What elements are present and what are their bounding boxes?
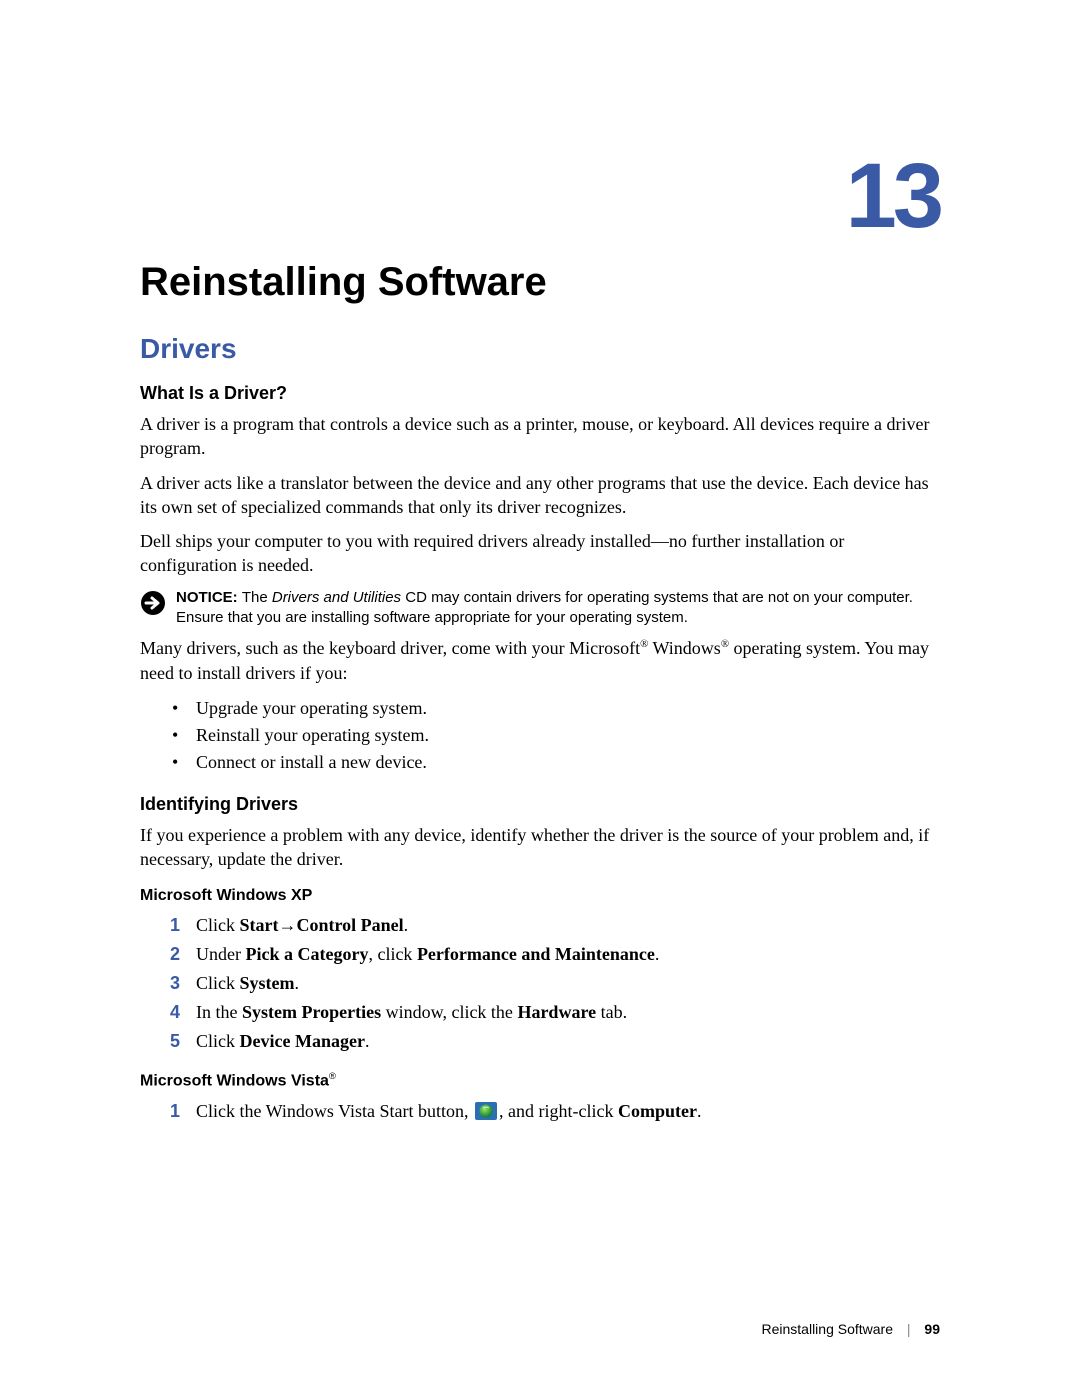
list-item: Click System. xyxy=(140,969,940,998)
body-text: A driver acts like a translator between … xyxy=(140,471,940,520)
list-item: Click Start→Control Panel. xyxy=(140,911,940,940)
document-page: 13 Reinstalling Software Drivers What Is… xyxy=(0,0,1080,1397)
body-text: A driver is a program that controls a de… xyxy=(140,412,940,461)
list-item: Connect or install a new device. xyxy=(140,749,940,776)
body-text: Many drivers, such as the keyboard drive… xyxy=(140,636,940,685)
list-item: Click Device Manager. xyxy=(140,1027,940,1056)
footer-separator: | xyxy=(907,1321,911,1337)
bullet-list: Upgrade your operating system. Reinstall… xyxy=(140,695,940,776)
steps-xp: Click Start→Control Panel. Under Pick a … xyxy=(140,911,940,1055)
notice-arrow-icon xyxy=(140,590,166,621)
list-item: Upgrade your operating system. xyxy=(140,695,940,722)
vista-start-button-icon xyxy=(475,1100,497,1118)
chapter-title: Reinstalling Software xyxy=(140,260,940,305)
subsection-identifying-drivers: Identifying Drivers xyxy=(140,794,940,815)
section-title-drivers: Drivers xyxy=(140,333,940,365)
list-item: Reinstall your operating system. xyxy=(140,722,940,749)
page-number: 99 xyxy=(924,1321,940,1337)
notice-block: NOTICE: The Drivers and Utilities CD may… xyxy=(140,588,940,629)
chapter-number: 13 xyxy=(846,150,940,242)
body-text: Dell ships your computer to you with req… xyxy=(140,529,940,578)
notice-text: NOTICE: The Drivers and Utilities CD may… xyxy=(176,588,940,629)
page-footer: Reinstalling Software | 99 xyxy=(761,1321,940,1337)
subsection-what-is-driver: What Is a Driver? xyxy=(140,383,940,404)
body-text: If you experience a problem with any dev… xyxy=(140,823,940,872)
steps-vista: Click the Windows Vista Start button, , … xyxy=(140,1097,940,1126)
list-item: Click the Windows Vista Start button, , … xyxy=(140,1097,940,1126)
list-item: In the System Properties window, click t… xyxy=(140,998,940,1027)
os-title-xp: Microsoft Windows XP xyxy=(140,887,940,905)
list-item: Under Pick a Category, click Performance… xyxy=(140,940,940,969)
os-title-vista: Microsoft Windows Vista® xyxy=(140,1071,940,1090)
footer-section-label: Reinstalling Software xyxy=(761,1321,893,1337)
